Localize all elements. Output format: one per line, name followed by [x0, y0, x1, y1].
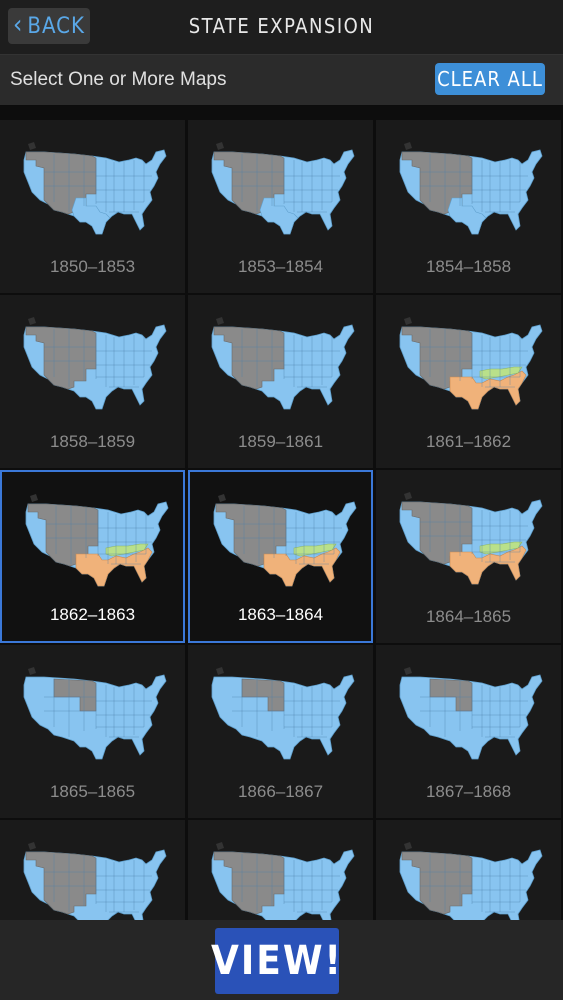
map-tile-label: 1854–1858 — [425, 257, 512, 276]
top-nav-bar: ‹ BACK STATE EXPANSION — [0, 0, 563, 55]
map-tile-label: 1866–1867 — [237, 782, 324, 801]
us-map-icon — [211, 317, 355, 410]
map-tile-label: 1859–1861 — [237, 432, 324, 451]
map-tile-label: 1850–1853 — [49, 257, 136, 276]
us-map-icon — [23, 142, 167, 235]
map-tile[interactable]: 1850–1853 — [0, 120, 185, 293]
map-tile[interactable]: 1865–1865 — [0, 645, 185, 818]
map-tile[interactable]: 1866–1867 — [188, 645, 373, 818]
selection-bar: Select One or More Maps CLEAR ALL — [0, 55, 563, 106]
map-tile-label: 1864–1865 — [425, 607, 512, 626]
us-map-icon — [211, 667, 355, 760]
map-tile[interactable]: 1859–1861 — [188, 295, 373, 468]
us-map-icon — [399, 842, 543, 920]
map-tile[interactable]: 1861–1862 — [376, 295, 561, 468]
map-tile-label: 1865–1865 — [49, 782, 136, 801]
selection-prompt: Select One or More Maps — [10, 69, 227, 90]
clear-all-button[interactable]: CLEAR ALL — [435, 63, 545, 95]
map-tile[interactable]: 1863–1864 — [188, 470, 373, 643]
us-map-icon — [211, 142, 355, 235]
map-tile[interactable]: 1858–1859 — [0, 295, 185, 468]
us-map-icon — [23, 842, 167, 920]
map-tile[interactable] — [188, 820, 373, 920]
map-tile[interactable]: 1853–1854 — [188, 120, 373, 293]
map-tile-label: 1861–1862 — [425, 432, 512, 451]
map-tile-label: 1867–1868 — [425, 782, 512, 801]
map-tile-label: 1862–1863 — [49, 605, 136, 624]
map-tile[interactable]: 1867–1868 — [376, 645, 561, 818]
us-map-icon — [213, 494, 357, 587]
us-map-icon — [211, 842, 355, 920]
us-map-icon — [399, 492, 543, 585]
map-tile-label: 1853–1854 — [237, 257, 324, 276]
us-map-icon — [399, 317, 543, 410]
us-map-icon — [23, 317, 167, 410]
map-tile-label: 1863–1864 — [237, 605, 324, 624]
us-map-icon — [399, 142, 543, 235]
view-button[interactable]: VIEW! — [211, 928, 341, 994]
us-map-icon — [399, 667, 543, 760]
map-tile[interactable]: 1864–1865 — [376, 470, 561, 643]
bottom-bar: VIEW! — [0, 920, 563, 1000]
us-map-icon — [23, 667, 167, 760]
map-tile[interactable] — [376, 820, 561, 920]
us-map-icon — [25, 494, 169, 587]
page-title: STATE EXPANSION — [188, 14, 375, 38]
map-tile[interactable]: 1862–1863 — [0, 470, 185, 643]
map-tile-label: 1858–1859 — [49, 432, 136, 451]
map-tile[interactable] — [0, 820, 185, 920]
map-tile[interactable]: 1854–1858 — [376, 120, 561, 293]
map-grid: 1850–1853 1853–1854 1854–1858 1858–1859 1859… — [0, 106, 563, 920]
